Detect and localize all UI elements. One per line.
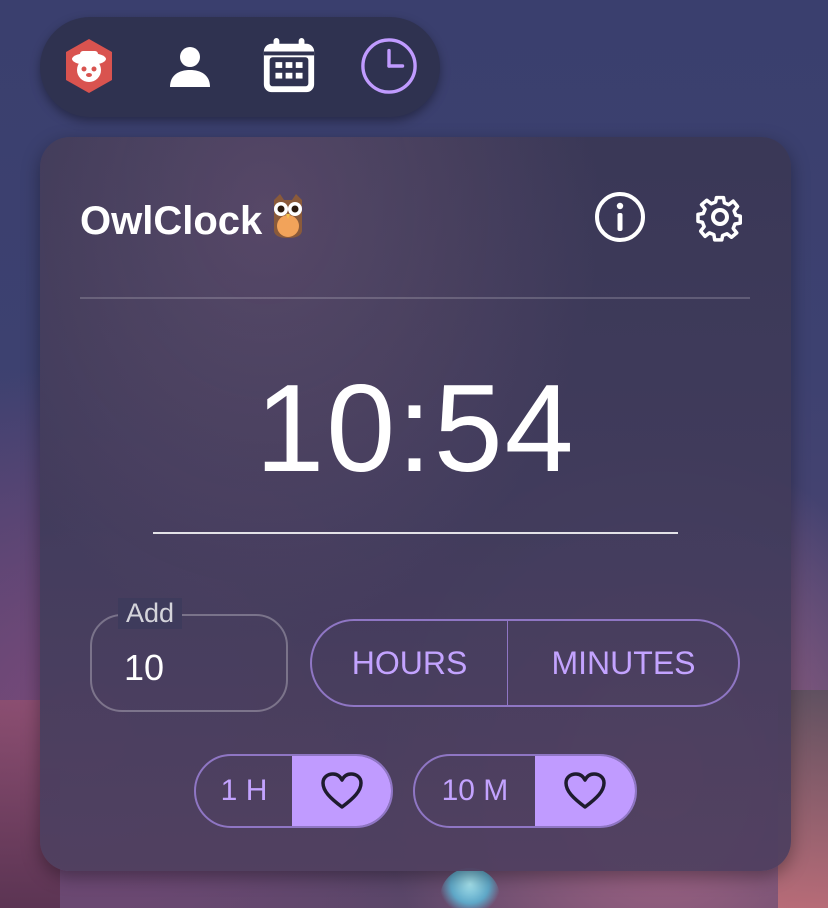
- preset-1h-button[interactable]: 1 H: [196, 756, 292, 826]
- preset-10m-favorite-button[interactable]: [534, 756, 635, 826]
- settings-button[interactable]: [693, 190, 747, 244]
- app-logo-icon[interactable]: [60, 37, 118, 95]
- add-amount-value[interactable]: 10: [124, 647, 164, 689]
- app-title: OwlClock: [80, 192, 308, 250]
- background-scenery-crystal: [440, 868, 500, 908]
- app-title-text: OwlClock: [80, 198, 263, 243]
- app-switcher-toolbar: [40, 17, 440, 117]
- clock-time: 10:54: [255, 360, 576, 498]
- owlclock-card: OwlClock 10:54 Add 10 HOURS MINUTES 1 H …: [40, 137, 791, 871]
- clock-underline: [153, 532, 678, 534]
- gear-icon: [696, 195, 742, 242]
- unit-toggle-group: HOURS MINUTES: [310, 619, 740, 707]
- header-divider: [80, 297, 750, 299]
- calendar-icon[interactable]: [260, 37, 318, 95]
- info-icon: [595, 192, 645, 242]
- add-amount-label: Add: [118, 598, 183, 629]
- heart-icon: [320, 772, 363, 809]
- clock-icon[interactable]: [360, 37, 418, 95]
- minutes-button[interactable]: MINUTES: [508, 621, 739, 705]
- profile-icon[interactable]: [161, 37, 219, 95]
- owl-icon: [268, 192, 308, 250]
- hours-button[interactable]: HOURS: [312, 621, 508, 705]
- preset-10m: 10 M: [413, 754, 637, 828]
- preset-10m-button[interactable]: 10 M: [415, 756, 535, 826]
- info-button[interactable]: [593, 190, 647, 244]
- heart-icon: [564, 772, 606, 809]
- preset-1h: 1 H: [194, 754, 393, 828]
- preset-1h-favorite-button[interactable]: [292, 756, 391, 826]
